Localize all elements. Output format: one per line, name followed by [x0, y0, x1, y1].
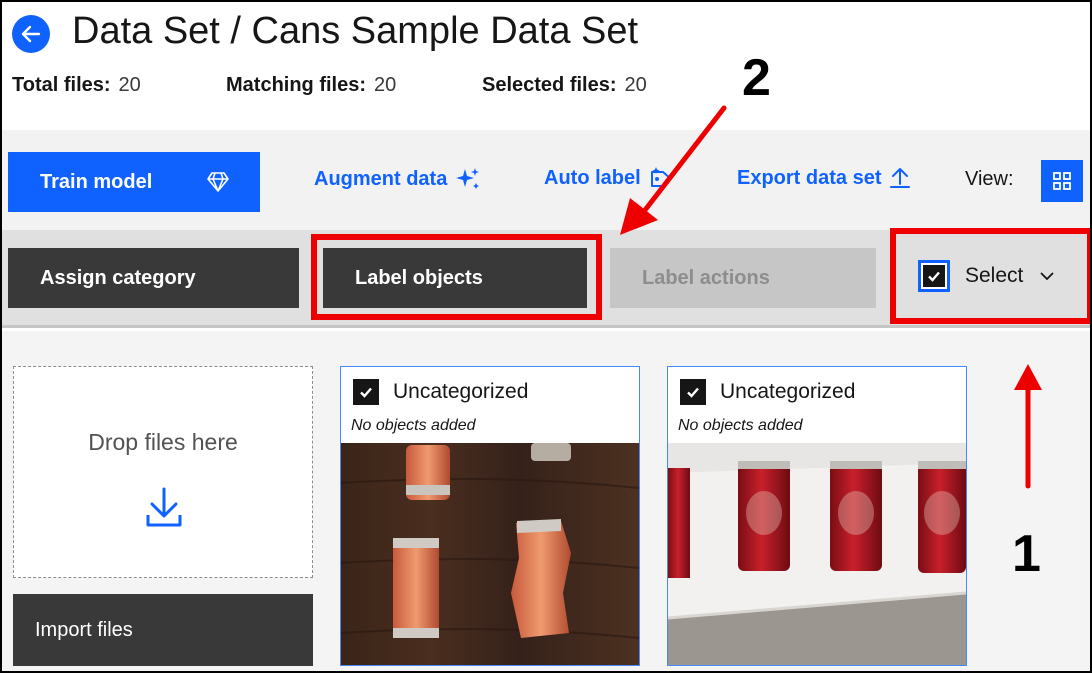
auto-label-label: Auto label	[544, 166, 641, 189]
label-actions-label: Label actions	[642, 266, 770, 289]
drop-files-text: Drop files here	[88, 429, 238, 455]
view-label: View:	[965, 168, 1014, 190]
export-data-set-label: Export data set	[737, 166, 882, 189]
augment-data-link[interactable]: Augment data	[314, 166, 481, 192]
card-objects-status: No objects added	[351, 417, 476, 434]
stat-label: Selected files:	[482, 74, 617, 96]
import-files-button[interactable]: Import files	[13, 594, 313, 666]
download-icon	[146, 487, 182, 527]
train-model-label: Train model	[40, 170, 153, 193]
card-checkbox[interactable]	[353, 379, 379, 405]
screenshot-frame: Data Set / Cans Sample Data Set Total fi…	[0, 0, 1092, 673]
stat-selected-files: Selected files: 20	[482, 74, 647, 97]
grid-icon	[1053, 172, 1071, 190]
assign-category-button[interactable]: Assign category	[8, 248, 299, 308]
checkmark-icon	[687, 387, 699, 398]
card-objects-status: No objects added	[678, 417, 803, 434]
page-title: Data Set / Cans Sample Data Set	[72, 10, 639, 52]
file-drop-zone[interactable]: Drop files here	[13, 366, 313, 578]
stat-label: Matching files:	[226, 74, 367, 96]
assign-category-label: Assign category	[40, 266, 196, 289]
upload-icon	[890, 168, 911, 188]
stat-value: 20	[374, 74, 397, 96]
checkmark-icon	[360, 387, 372, 398]
card-checkbox[interactable]	[680, 379, 706, 405]
export-data-set-link[interactable]: Export data set	[737, 166, 911, 190]
card-thumbnail-cans-on-counter	[668, 443, 966, 665]
card-thumbnail-cans-on-wood	[341, 443, 639, 665]
stat-value: 20	[118, 74, 141, 96]
card-header: Uncategorized	[353, 379, 528, 405]
back-button[interactable]	[12, 15, 50, 53]
train-model-button[interactable]: Train model	[8, 152, 260, 212]
arrow-left-icon	[21, 25, 41, 43]
annotation-highlight-select	[890, 228, 1090, 324]
sparkle-icon	[456, 168, 480, 189]
grid-view-button[interactable]	[1041, 160, 1083, 202]
callout-number-1: 1	[1012, 525, 1041, 583]
auto-label-link[interactable]: Auto label	[544, 166, 675, 190]
diamond-icon	[207, 172, 229, 192]
stat-matching-files: Matching files: 20	[226, 74, 396, 97]
toolbar: Train model Augment data Auto label Expo…	[2, 130, 1090, 230]
augment-data-label: Augment data	[314, 167, 448, 190]
content-area: Drop files here Import files Uncategoriz…	[2, 331, 1090, 671]
stat-label: Total files:	[12, 74, 111, 96]
card-category: Uncategorized	[393, 380, 529, 403]
card-category: Uncategorized	[720, 380, 856, 403]
card-header: Uncategorized	[680, 379, 855, 405]
image-card[interactable]: Uncategorized No objects added	[340, 366, 640, 666]
annotation-highlight-label-objects	[311, 234, 602, 320]
image-card[interactable]: Uncategorized No objects added	[667, 366, 967, 666]
label-actions-button[interactable]: Label actions	[610, 248, 876, 308]
callout-number-2: 2	[742, 49, 771, 107]
import-files-label: Import files	[35, 618, 133, 641]
auto-label-icon	[650, 167, 672, 187]
stat-value: 20	[624, 74, 647, 96]
stat-total-files: Total files: 20	[12, 74, 141, 97]
